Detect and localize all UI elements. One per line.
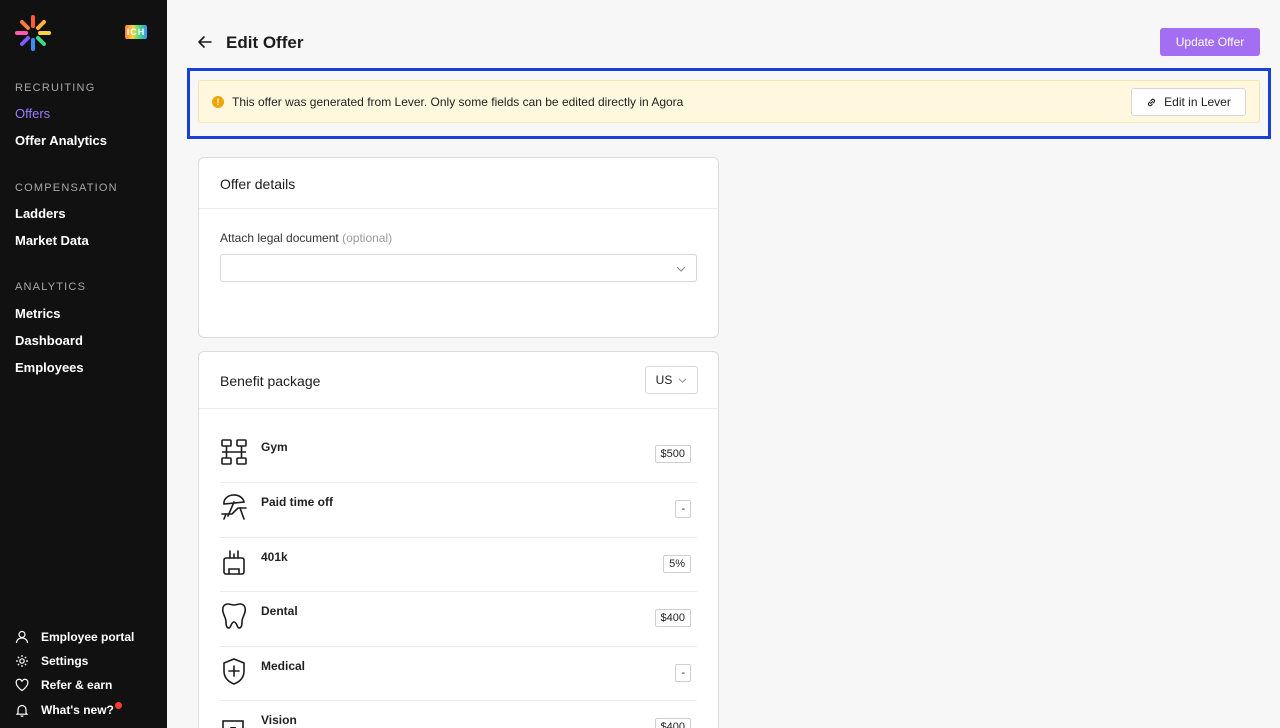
whats-new-label: What's new? <box>41 703 114 717</box>
whats-new-link[interactable]: What's new? <box>15 701 133 717</box>
benefit-row-vision: E Vision $400 <box>220 700 691 728</box>
nav-item-offers[interactable]: Offers <box>15 106 50 121</box>
section-title-compensation: COMPENSATION <box>15 182 118 194</box>
nav-item-market-data[interactable]: Market Data <box>15 233 89 248</box>
dumbbell-icon <box>221 439 247 465</box>
benefit-name: Medical <box>261 659 306 673</box>
section-title-analytics: ANALYTICS <box>15 281 87 293</box>
notification-dot <box>114 701 122 709</box>
update-offer-button[interactable]: Update Offer <box>1160 28 1260 56</box>
org-badge[interactable]: ICH <box>125 25 147 39</box>
benefit-row-401k: 401k 5% <box>220 537 691 591</box>
lever-notice-banner: ! This offer was generated from Lever. O… <box>198 80 1260 123</box>
eye-chart-icon: E <box>222 720 244 728</box>
warning-icon: ! <box>212 96 224 108</box>
benefit-value: - <box>675 664 691 682</box>
chevron-down-icon <box>678 377 687 383</box>
nav-item-metrics[interactable]: Metrics <box>15 306 61 321</box>
benefit-value: $500 <box>654 445 691 463</box>
nav-item-ladders[interactable]: Ladders <box>15 206 66 221</box>
benefit-package-title: Benefit package <box>220 373 321 389</box>
benefit-name: Vision <box>261 713 297 727</box>
legal-document-label-text: Attach legal document <box>220 231 339 245</box>
offer-details-title: Offer details <box>220 176 296 192</box>
gear-icon <box>16 655 28 667</box>
sidebar: ICH RECRUITING Offers Offer Analytics CO… <box>0 0 167 728</box>
card-divider <box>199 208 718 209</box>
employee-portal-label: Employee portal <box>41 630 135 644</box>
banner-text: This offer was generated from Lever. Onl… <box>232 95 684 109</box>
benefit-value: $400 <box>654 609 691 627</box>
benefit-name: Dental <box>261 604 298 618</box>
bell-icon <box>15 704 29 717</box>
benefit-name: Paid time off <box>261 495 334 509</box>
section-title-recruiting: RECRUITING <box>15 82 96 94</box>
benefit-package-card: Benefit package US Gym $500 Paid time of… <box>198 351 719 728</box>
employee-portal-link[interactable]: Employee portal <box>15 630 134 644</box>
link-icon <box>1148 98 1156 106</box>
benefit-value: $400 <box>654 718 691 728</box>
app-logo-icon[interactable] <box>14 14 52 52</box>
piggy-bank-icon <box>223 550 245 575</box>
refer-earn-label: Refer & earn <box>41 678 113 692</box>
benefit-row-gym: Gym $500 <box>220 427 691 481</box>
heart-icon <box>15 678 29 692</box>
region-value: US <box>655 373 673 387</box>
nav-item-dashboard[interactable]: Dashboard <box>15 333 83 348</box>
edit-in-lever-button[interactable]: Edit in Lever <box>1131 88 1246 116</box>
settings-label: Settings <box>41 654 89 668</box>
benefit-row-paid-time-off: Paid time off - <box>220 482 691 536</box>
nav-item-employees[interactable]: Employees <box>15 360 84 375</box>
back-arrow-icon[interactable] <box>197 34 213 50</box>
optional-hint: (optional) <box>342 231 393 245</box>
benefit-name: Gym <box>261 440 288 454</box>
benefit-value: 5% <box>663 555 691 573</box>
nav-item-offer-analytics[interactable]: Offer Analytics <box>15 133 107 148</box>
legal-document-select[interactable] <box>220 254 697 282</box>
region-select[interactable]: US <box>645 366 698 394</box>
card-divider <box>199 408 718 409</box>
benefit-row-dental: Dental $400 <box>220 591 691 645</box>
chevron-down-icon <box>676 266 686 272</box>
benefit-row-medical: Medical - <box>220 646 691 700</box>
legal-document-label: Attach legal document (optional) <box>220 231 392 245</box>
page-title: Edit Offer <box>226 33 304 52</box>
medical-shield-icon <box>223 658 245 685</box>
beach-chair-icon <box>221 494 247 520</box>
settings-link[interactable]: Settings <box>15 654 88 668</box>
tooth-icon <box>221 603 247 629</box>
benefit-value: - <box>675 500 691 518</box>
benefit-name: 401k <box>261 550 288 564</box>
user-icon <box>15 630 29 644</box>
offer-details-card: Offer details Attach legal document (opt… <box>198 157 719 338</box>
edit-in-lever-label: Edit in Lever <box>1164 95 1231 109</box>
refer-earn-link[interactable]: Refer & earn <box>15 678 112 692</box>
